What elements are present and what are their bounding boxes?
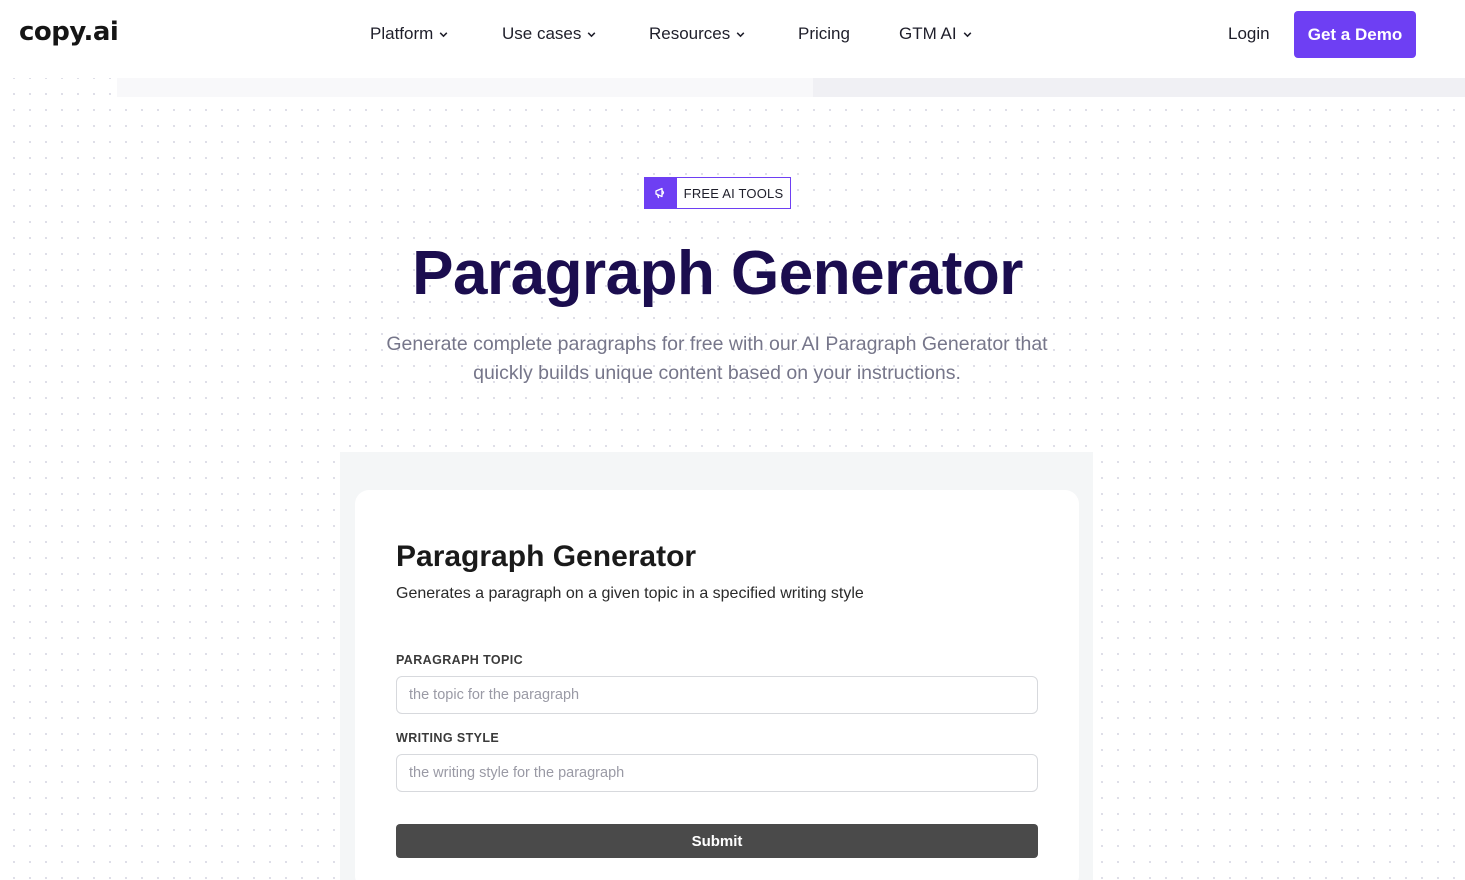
- chevron-down-icon: [963, 31, 971, 37]
- free-ai-tools-badge: FREE AI TOOLS: [644, 177, 791, 209]
- nav-resources[interactable]: Resources: [649, 24, 746, 44]
- nav-pricing[interactable]: Pricing: [798, 24, 850, 44]
- nav-gtm-ai[interactable]: GTM AI: [899, 24, 973, 44]
- chevron-down-icon: [439, 31, 448, 37]
- copyai-logo[interactable]: copy.ai: [19, 17, 119, 47]
- page-title: Paragraph Generator: [412, 239, 1023, 308]
- megaphone-icon: [645, 178, 677, 208]
- writing-style-label: WRITING STYLE: [396, 731, 500, 745]
- nav-resources-label: Resources: [649, 24, 731, 43]
- nav-gtm-ai-label: GTM AI: [899, 24, 957, 43]
- top-navigation-bar: copy.ai Platform Use cases Resources Pri…: [0, 0, 1465, 78]
- header-divider-strip: [117, 78, 813, 97]
- paragraph-topic-label: PARAGRAPH TOPIC: [396, 653, 524, 667]
- tool-title: Paragraph Generator: [396, 540, 697, 573]
- nav-platform-label: Platform: [370, 24, 434, 43]
- nav-platform[interactable]: Platform: [370, 24, 449, 44]
- page-subtitle: Generate complete paragraphs for free wi…: [386, 333, 1048, 384]
- chevron-down-icon: [736, 31, 745, 37]
- nav-use-cases[interactable]: Use cases: [502, 24, 597, 44]
- submit-button[interactable]: Submit: [396, 824, 1038, 858]
- writing-style-input[interactable]: [396, 754, 1038, 792]
- header-divider-strip: [813, 78, 1465, 97]
- nav-use-cases-label: Use cases: [502, 24, 582, 43]
- get-demo-button[interactable]: Get a Demo: [1294, 11, 1416, 58]
- login-link[interactable]: Login: [1228, 24, 1270, 44]
- badge-label: FREE AI TOOLS: [683, 185, 784, 201]
- chevron-down-icon: [588, 31, 596, 37]
- paragraph-topic-input[interactable]: [396, 676, 1038, 714]
- nav-pricing-label: Pricing: [798, 24, 850, 43]
- tool-description: Generates a paragraph on a given topic i…: [396, 585, 864, 602]
